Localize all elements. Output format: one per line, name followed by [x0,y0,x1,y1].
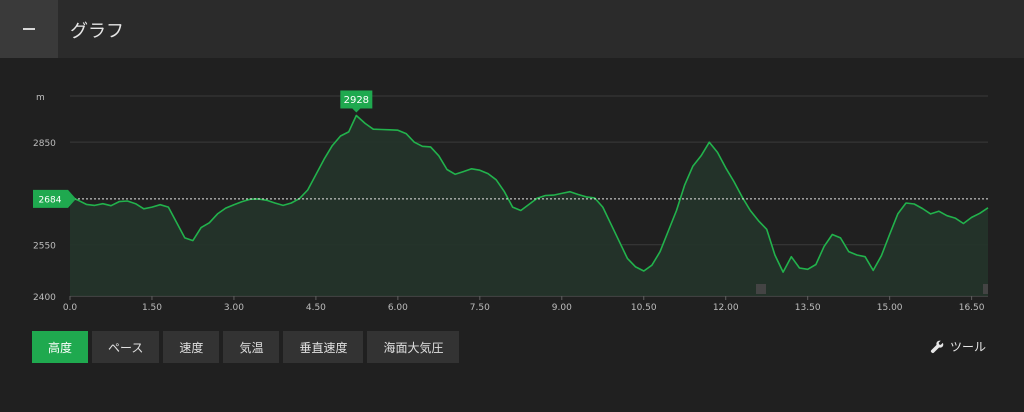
page-title: グラフ [70,21,124,42]
tab-2[interactable]: 速度 [163,331,220,363]
y-tick-label: 2400 [33,293,56,303]
end-marker [983,284,988,294]
x-tick-label: 15.00 [877,303,903,313]
x-tick-label: 1.50 [142,303,162,313]
tools-label: ツール [949,340,986,354]
x-tick-label: 6.00 [388,303,408,313]
altitude-chart: m 2400 2550 2850 0.0 1.50 3.00 4.50 6.00 7.50 9.00… [33,90,989,313]
header-bar: グラフ [0,0,1024,58]
tab-4[interactable]: 垂直速度 [283,331,364,363]
y-axis-unit: m [36,93,45,103]
minus-icon[interactable] [0,0,58,58]
x-tick-label: 13.50 [795,303,821,313]
max-badge-pointer [352,108,361,113]
x-tick-label: 0.0 [63,303,78,313]
reference-label: 2684 [39,195,62,205]
max-label: 2928 [344,95,369,106]
x-tick-label: 9.00 [552,303,572,313]
tab-3[interactable]: 気温 [223,331,280,363]
x-tick-label: 16.50 [959,303,985,313]
y-tick-label: 2850 [33,139,56,149]
x-tick-label: 3.00 [224,303,244,313]
tab-5[interactable]: 海面大気圧 [367,331,460,363]
lap-marker [756,284,766,294]
metric-tabs: 高度 ペース 速度 気温 垂直速度 海面大気圧 [32,331,460,363]
x-tick-label: 7.50 [470,303,490,313]
x-tick-label: 10.50 [631,303,657,313]
x-tick-label: 12.00 [713,303,739,313]
tools-button[interactable]: ツール [930,338,986,355]
wrench-icon [930,340,944,353]
tab-0[interactable]: 高度 [32,331,89,363]
tab-1[interactable]: ペース [92,331,160,363]
y-tick-label: 2550 [33,242,56,252]
x-tick-label: 4.50 [306,303,326,313]
